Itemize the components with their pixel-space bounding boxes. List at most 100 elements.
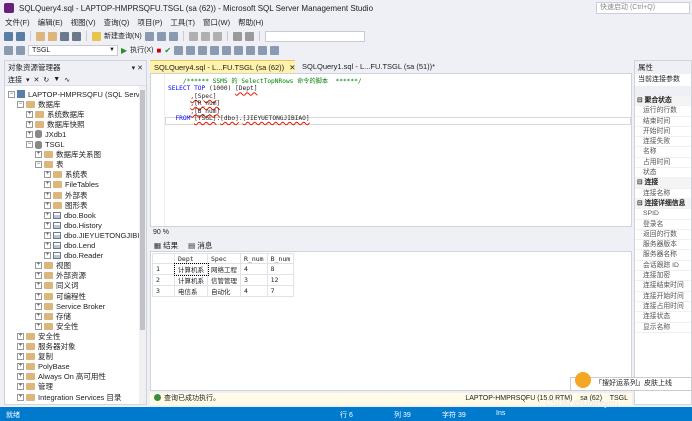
- expand-icon[interactable]: +: [17, 383, 24, 391]
- column-header[interactable]: Spec: [207, 253, 241, 264]
- property-row[interactable]: 会话跟踪 ID: [635, 261, 691, 272]
- expand-icon[interactable]: +: [44, 171, 51, 179]
- table-cell[interactable]: 8: [266, 263, 295, 275]
- column-header[interactable]: B_num: [266, 253, 295, 264]
- tab-messages[interactable]: ▤ 消息: [188, 240, 212, 251]
- expand-icon[interactable]: +: [35, 282, 42, 290]
- scrollbar-thumb[interactable]: [140, 90, 145, 330]
- column-header[interactable]: Dept: [174, 253, 208, 264]
- redo-icon[interactable]: [244, 31, 254, 41]
- expand-icon[interactable]: +: [26, 120, 33, 128]
- property-category[interactable]: ⊟ 聚合状态: [635, 96, 691, 107]
- tree-node[interactable]: + 安全性: [35, 321, 79, 331]
- row-number[interactable]: 1: [152, 263, 175, 275]
- code-line[interactable]: ,[R_num]: [168, 100, 362, 107]
- query-db2-icon[interactable]: [156, 31, 166, 41]
- sql-editor[interactable]: /****** SSMS 的 SelectTopNRows 命令的脚本 ****…: [150, 73, 632, 227]
- property-row[interactable]: 连接开始时间: [635, 292, 691, 302]
- expand-icon[interactable]: +: [35, 312, 42, 320]
- collapse-icon[interactable]: −: [35, 161, 42, 169]
- table-cell[interactable]: 网络工程: [207, 263, 241, 275]
- property-row[interactable]: 返回的行数: [635, 230, 691, 241]
- table-row[interactable]: 2 计算机系 信管管理 3 12: [152, 274, 295, 286]
- tree-node[interactable]: + FileTables: [44, 180, 99, 190]
- expand-icon[interactable]: +: [44, 211, 51, 219]
- code-line[interactable]: FROM [TSGL].[dbo].[JIEYUETONGJIBIAO]: [168, 115, 362, 122]
- menu-view[interactable]: 视图(V): [71, 17, 96, 28]
- expand-icon[interactable]: +: [17, 332, 24, 340]
- stop-icon[interactable]: ■: [157, 46, 162, 55]
- expand-icon[interactable]: +: [35, 262, 42, 270]
- new-query-icon[interactable]: [92, 31, 101, 41]
- parse-check-icon[interactable]: ✔: [164, 46, 171, 55]
- tree-node[interactable]: + 存储: [35, 311, 71, 321]
- tab-sqlquery4[interactable]: SQLQuery4.sql - L...FU.TSGL (sa (62)) ✕: [150, 60, 296, 73]
- tree-node[interactable]: + 外部表: [44, 190, 88, 200]
- zoom-level[interactable]: 90 %: [153, 229, 169, 236]
- tree-node[interactable]: + 系统数据库: [26, 109, 85, 119]
- tree-node[interactable]: − 表: [35, 160, 64, 170]
- property-row[interactable]: 连接状态: [635, 312, 691, 323]
- execute-button[interactable]: 执行(X): [130, 45, 153, 55]
- table-cell[interactable]: 7: [266, 285, 295, 297]
- results-to-grid-icon[interactable]: [222, 45, 232, 55]
- property-category[interactable]: ⊟ 连接详细信息: [635, 198, 691, 210]
- tree-node[interactable]: + dbo.Lend: [44, 241, 95, 251]
- forward-icon[interactable]: [16, 31, 25, 41]
- property-category[interactable]: ⊟ 连接: [635, 178, 691, 189]
- tree-node[interactable]: + JXdb1: [26, 129, 66, 139]
- expand-icon[interactable]: +: [35, 151, 42, 159]
- code-line[interactable]: ,[B_num]: [168, 108, 362, 115]
- database-dropdown[interactable]: TSGL ▼: [28, 44, 118, 56]
- tree-node[interactable]: + 数据库关系图: [35, 150, 101, 160]
- property-row[interactable]: 开始时间: [635, 127, 691, 138]
- expand-icon[interactable]: +: [44, 252, 51, 260]
- skin-notification[interactable]: 「搜好运系列」皮肤上线: [570, 372, 692, 391]
- expand-icon[interactable]: +: [44, 221, 51, 229]
- property-row[interactable]: 结束时间: [635, 117, 691, 127]
- new-query-button[interactable]: 新建查询(N): [104, 31, 142, 41]
- expand-icon[interactable]: +: [17, 343, 24, 350]
- uncomment-icon[interactable]: [258, 45, 268, 55]
- row-number[interactable]: 2: [152, 274, 175, 286]
- object-explorer-scrollbar[interactable]: [139, 86, 146, 404]
- tree-node[interactable]: + dbo.History: [44, 220, 102, 230]
- activity-monitor-icon[interactable]: ∿: [64, 76, 70, 84]
- refresh-icon[interactable]: ↻: [43, 76, 49, 84]
- table-cell[interactable]: 电信系: [174, 285, 208, 297]
- menu-tools[interactable]: 工具(T): [170, 17, 195, 28]
- filter-icon[interactable]: ▼: [53, 76, 60, 83]
- collapse-icon[interactable]: −: [8, 90, 15, 98]
- property-row[interactable]: 服务器版本: [635, 240, 691, 251]
- menu-query[interactable]: 查询(Q): [104, 17, 130, 28]
- row-number-header[interactable]: [152, 253, 175, 264]
- query-db3-icon[interactable]: [168, 31, 178, 41]
- table-row[interactable]: 1 计算机系 网络工程 4 8: [152, 262, 295, 276]
- expand-icon[interactable]: +: [26, 130, 33, 138]
- expand-icon[interactable]: +: [44, 191, 51, 199]
- close-icon[interactable]: ✕: [289, 63, 295, 72]
- expand-icon[interactable]: +: [35, 322, 42, 330]
- expand-icon[interactable]: +: [35, 302, 42, 310]
- tree-node[interactable]: + PolyBase: [17, 362, 70, 372]
- expand-icon[interactable]: +: [44, 231, 51, 239]
- property-row[interactable]: 服务器名称: [635, 250, 691, 261]
- table-row[interactable]: 3 电信系 自动化 4 7: [152, 285, 295, 297]
- expand-icon[interactable]: +: [44, 201, 51, 209]
- column-header[interactable]: R_num: [240, 253, 268, 264]
- expand-icon[interactable]: +: [17, 393, 24, 401]
- menu-project[interactable]: 项目(P): [137, 17, 162, 28]
- tree-node[interactable]: + 服务器对象: [17, 342, 76, 352]
- tab-sqlquery1[interactable]: SQLQuery1.sql - L...FU.TSGL (sa (51))*: [298, 60, 435, 73]
- quick-launch-input[interactable]: 快速启动 (Ctrl+Q): [596, 2, 690, 14]
- results-to-file-icon[interactable]: [234, 45, 244, 55]
- connect-icon[interactable]: [4, 45, 13, 55]
- paste-icon[interactable]: [212, 31, 222, 41]
- expand-icon[interactable]: +: [17, 353, 24, 361]
- table-cell[interactable]: 4: [240, 285, 268, 297]
- expand-icon[interactable]: +: [26, 110, 33, 118]
- collapse-icon[interactable]: −: [17, 100, 24, 108]
- save-icon[interactable]: [60, 31, 69, 41]
- tree-node[interactable]: + 管理: [17, 382, 53, 392]
- display-plan-icon[interactable]: [174, 45, 184, 55]
